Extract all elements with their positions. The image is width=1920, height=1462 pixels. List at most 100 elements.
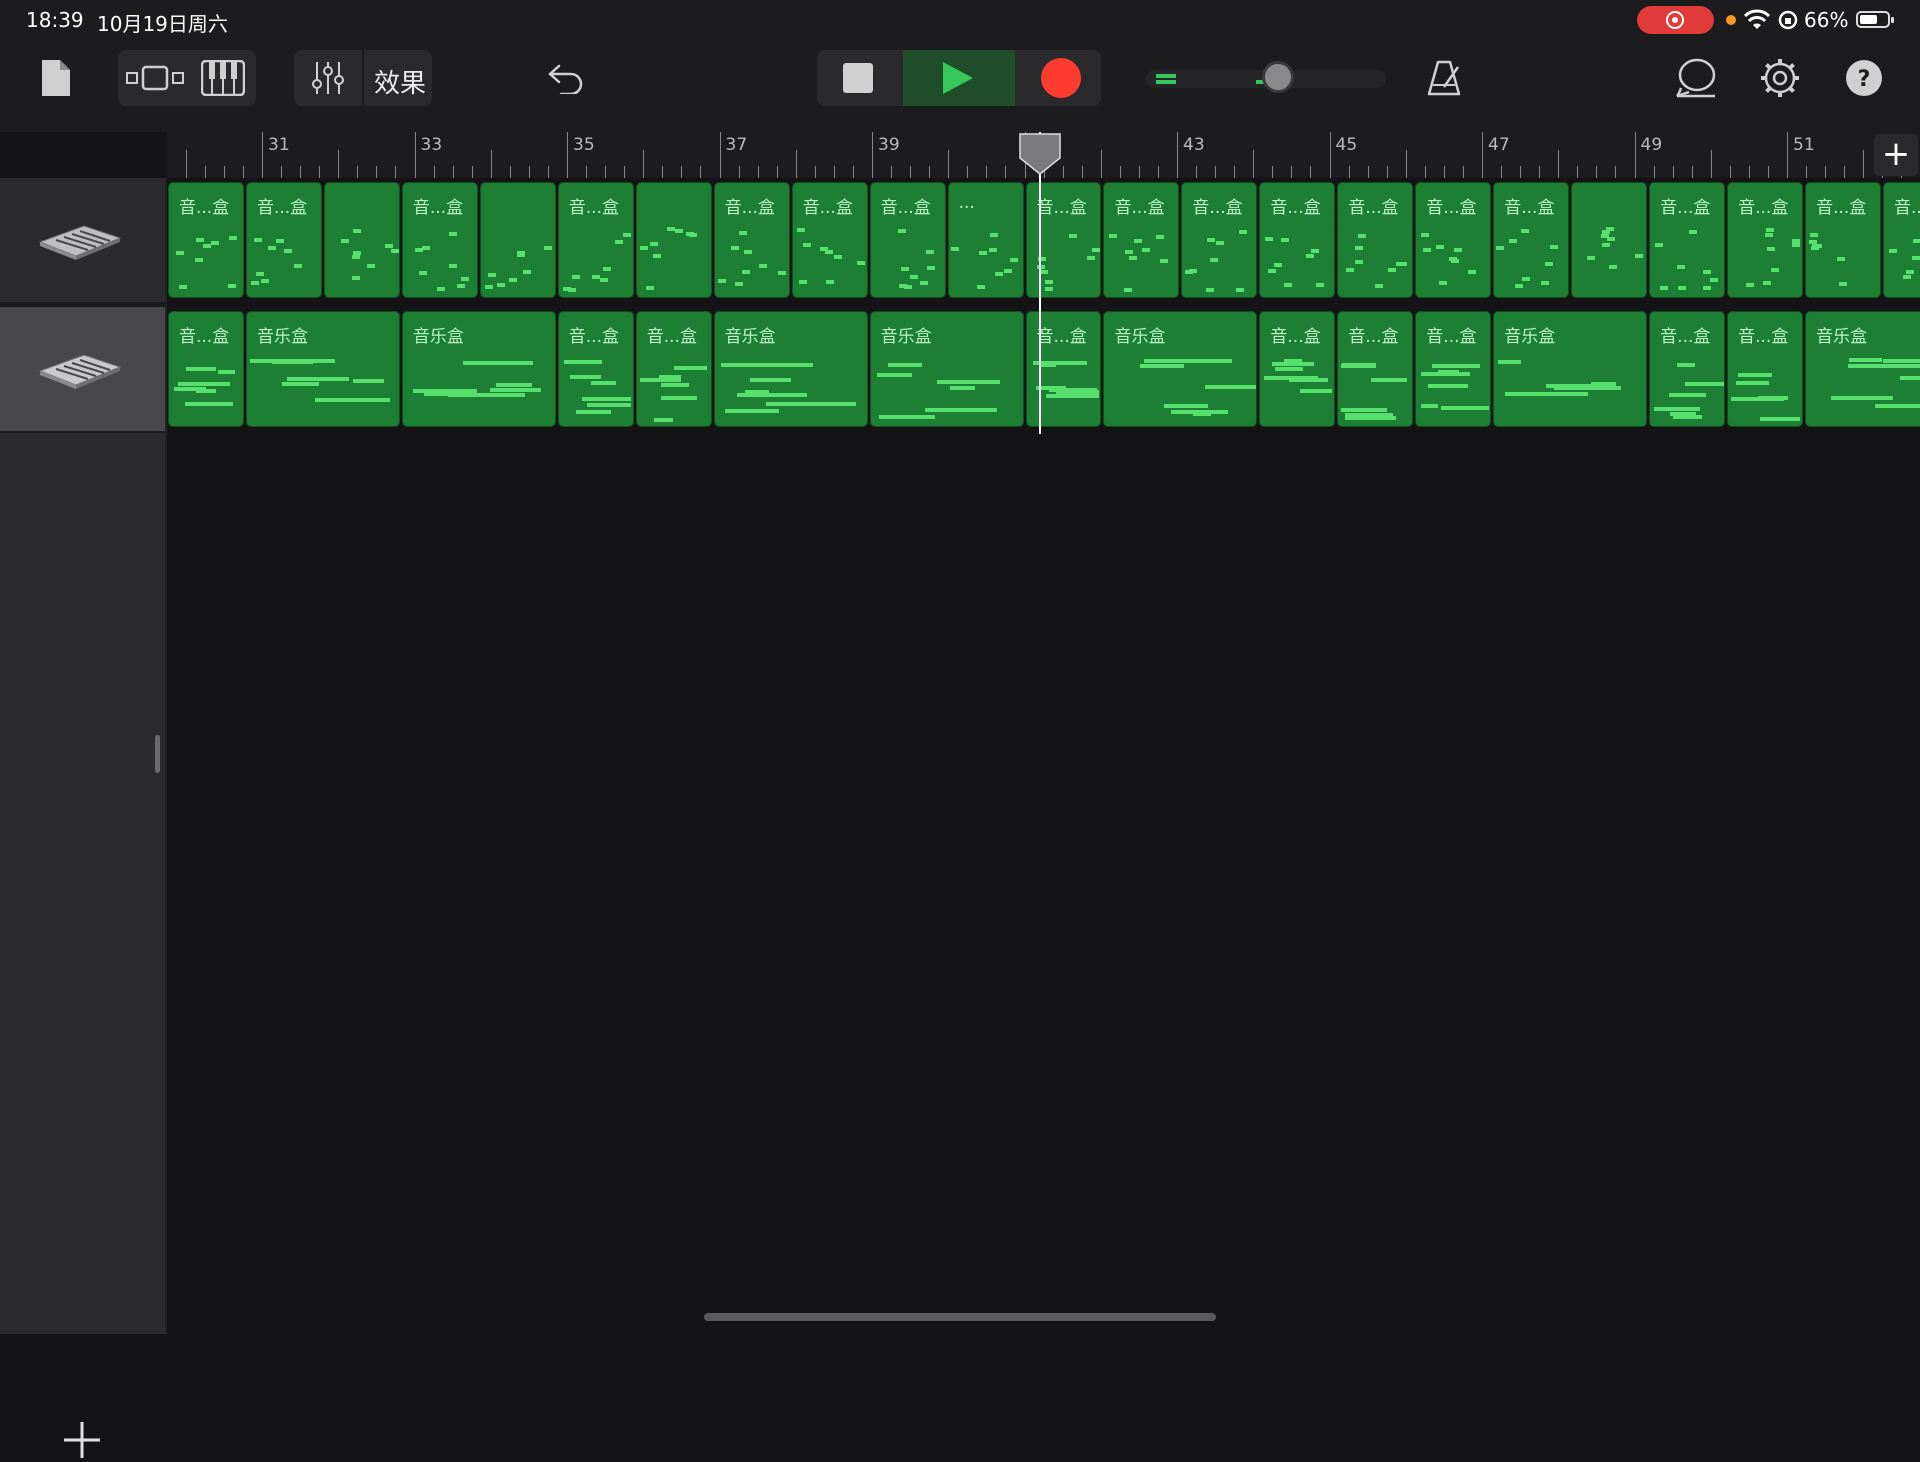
track-header-2[interactable] [0,307,165,431]
midi-note [1676,265,1685,270]
midi-region[interactable]: 音...盒 [1493,182,1570,298]
effects-button[interactable]: 效果 [374,63,426,100]
ruler-bar-number: 39 [878,135,900,155]
midi-region[interactable]: 音...盒 [869,182,946,298]
ruler-tick [1005,166,1007,178]
midi-note [1420,232,1429,237]
midi-region[interactable] [635,182,712,298]
screen-recording-indicator[interactable] [1637,6,1714,34]
add-track-icon[interactable] [60,1418,104,1462]
midi-region[interactable]: 音乐盒 [713,311,868,427]
midi-region[interactable]: 音乐盒 [1103,311,1258,427]
midi-note [196,238,205,243]
midi-region[interactable]: 音...盒 [1103,182,1180,298]
midi-region[interactable]: 音...盒 [635,311,712,427]
midi-note [1398,261,1407,266]
midi-region[interactable]: 音乐盒 [245,311,400,427]
midi-note [1838,282,1847,287]
keyboard-button[interactable] [192,50,254,106]
ruler-tick [1177,132,1178,178]
midi-region[interactable]: 音...盒 [1805,182,1882,298]
ruler-tick [1329,132,1331,178]
midi-note [1340,408,1387,413]
metronome-button[interactable] [1424,54,1464,102]
midi-note [271,359,313,364]
midi-region[interactable]: 音...盒 [401,182,478,298]
track-header-1[interactable] [0,178,165,302]
midi-region[interactable]: 音...盒 [1649,311,1726,427]
ruler-tick [509,166,511,178]
playhead-handle[interactable] [1018,132,1062,176]
midi-note [352,251,361,256]
midi-region[interactable]: 音...盒 [1883,182,1920,298]
help-button[interactable]: ? [1842,56,1886,100]
midi-region[interactable]: 音...盒 [1649,182,1726,298]
header-resize-handle[interactable] [155,735,160,773]
mixer-button[interactable] [298,50,358,106]
midi-region[interactable]: 音...盒 [1025,311,1102,427]
tracks-area[interactable]: 音...盒 音...盒 音...盒 音...盒 音...盒 音...盒 音...盒... 音.… [167,178,1920,1334]
midi-note [888,363,922,368]
midi-note [730,246,739,251]
midi-region[interactable] [323,182,400,298]
midi-region[interactable]: 音...盒 [557,182,634,298]
record-button[interactable] [1041,58,1081,98]
midi-region[interactable]: 音...盒 [1337,311,1414,427]
ruler-tick [1291,166,1293,178]
ruler-tick [1806,166,1808,178]
midi-region[interactable]: 音...盒 [1415,182,1492,298]
midi-region[interactable]: 音...盒 [557,311,634,427]
volume-knob[interactable] [1262,61,1294,93]
midi-note [1040,269,1049,274]
midi-region[interactable]: 音...盒 [1727,311,1804,427]
midi-note [1602,229,1611,234]
midi-region[interactable]: 音乐盒 [1805,311,1920,427]
midi-note [1812,244,1821,249]
settings-icon [1761,59,1799,97]
settings-button[interactable] [1756,54,1804,102]
midi-region[interactable]: 音...盒 [1727,182,1804,298]
midi-note [517,252,526,257]
midi-note [749,378,791,383]
midi-note [927,265,936,270]
midi-note [950,246,959,251]
midi-region[interactable]: 音...盒 [168,182,244,298]
track-lane-2[interactable]: 音...盒 音乐盒 音乐盒 音...盒 音...盒 音乐盒 音乐盒 音...盒 音乐盒 音...盒… [167,307,1920,431]
midi-region[interactable]: 音乐盒 [1493,311,1648,427]
midi-note [284,248,293,253]
midi-region[interactable]: 音乐盒 [869,311,1024,427]
midi-note [523,269,532,274]
midi-note [1836,256,1845,261]
undo-button[interactable] [544,58,588,98]
midi-region[interactable]: 音乐盒 [401,311,556,427]
midi-region[interactable]: 音...盒 [1337,182,1414,298]
midi-region[interactable]: 音...盒 [168,311,244,427]
track-view-button[interactable] [122,50,188,106]
ruler-tick [357,166,359,178]
midi-note [287,376,350,381]
midi-note [1210,258,1219,263]
midi-region[interactable]: 音...盒 [1181,182,1258,298]
add-section-button[interactable]: + [1874,134,1918,176]
my-songs-button[interactable] [36,56,76,100]
midi-region[interactable]: 音...盒 [1025,182,1102,298]
midi-region[interactable]: 音...盒 [791,182,868,298]
midi-region[interactable]: 音...盒 [1259,311,1336,427]
midi-region[interactable]: 音...盒 [1259,182,1336,298]
midi-region[interactable] [1571,182,1648,298]
midi-note [1440,406,1489,411]
midi-region[interactable]: 音...盒 [713,182,790,298]
midi-region[interactable] [479,182,556,298]
midi-note [1678,286,1687,291]
midi-region[interactable]: 音...盒 [1415,311,1492,427]
region-label: 音...盒 [1816,198,1867,218]
midi-region[interactable]: 音...盒 [245,182,322,298]
midi-note [587,403,631,408]
track-lane-1[interactable]: 音...盒 音...盒 音...盒 音...盒 音...盒 音...盒 音...盒... 音.… [167,178,1920,302]
loop-browser-button[interactable] [1672,54,1720,102]
midi-note [1128,255,1137,260]
ruler-tick [1272,166,1274,178]
midi-note [744,249,753,254]
stop-button[interactable] [843,63,873,93]
midi-region[interactable]: ... [947,182,1024,298]
